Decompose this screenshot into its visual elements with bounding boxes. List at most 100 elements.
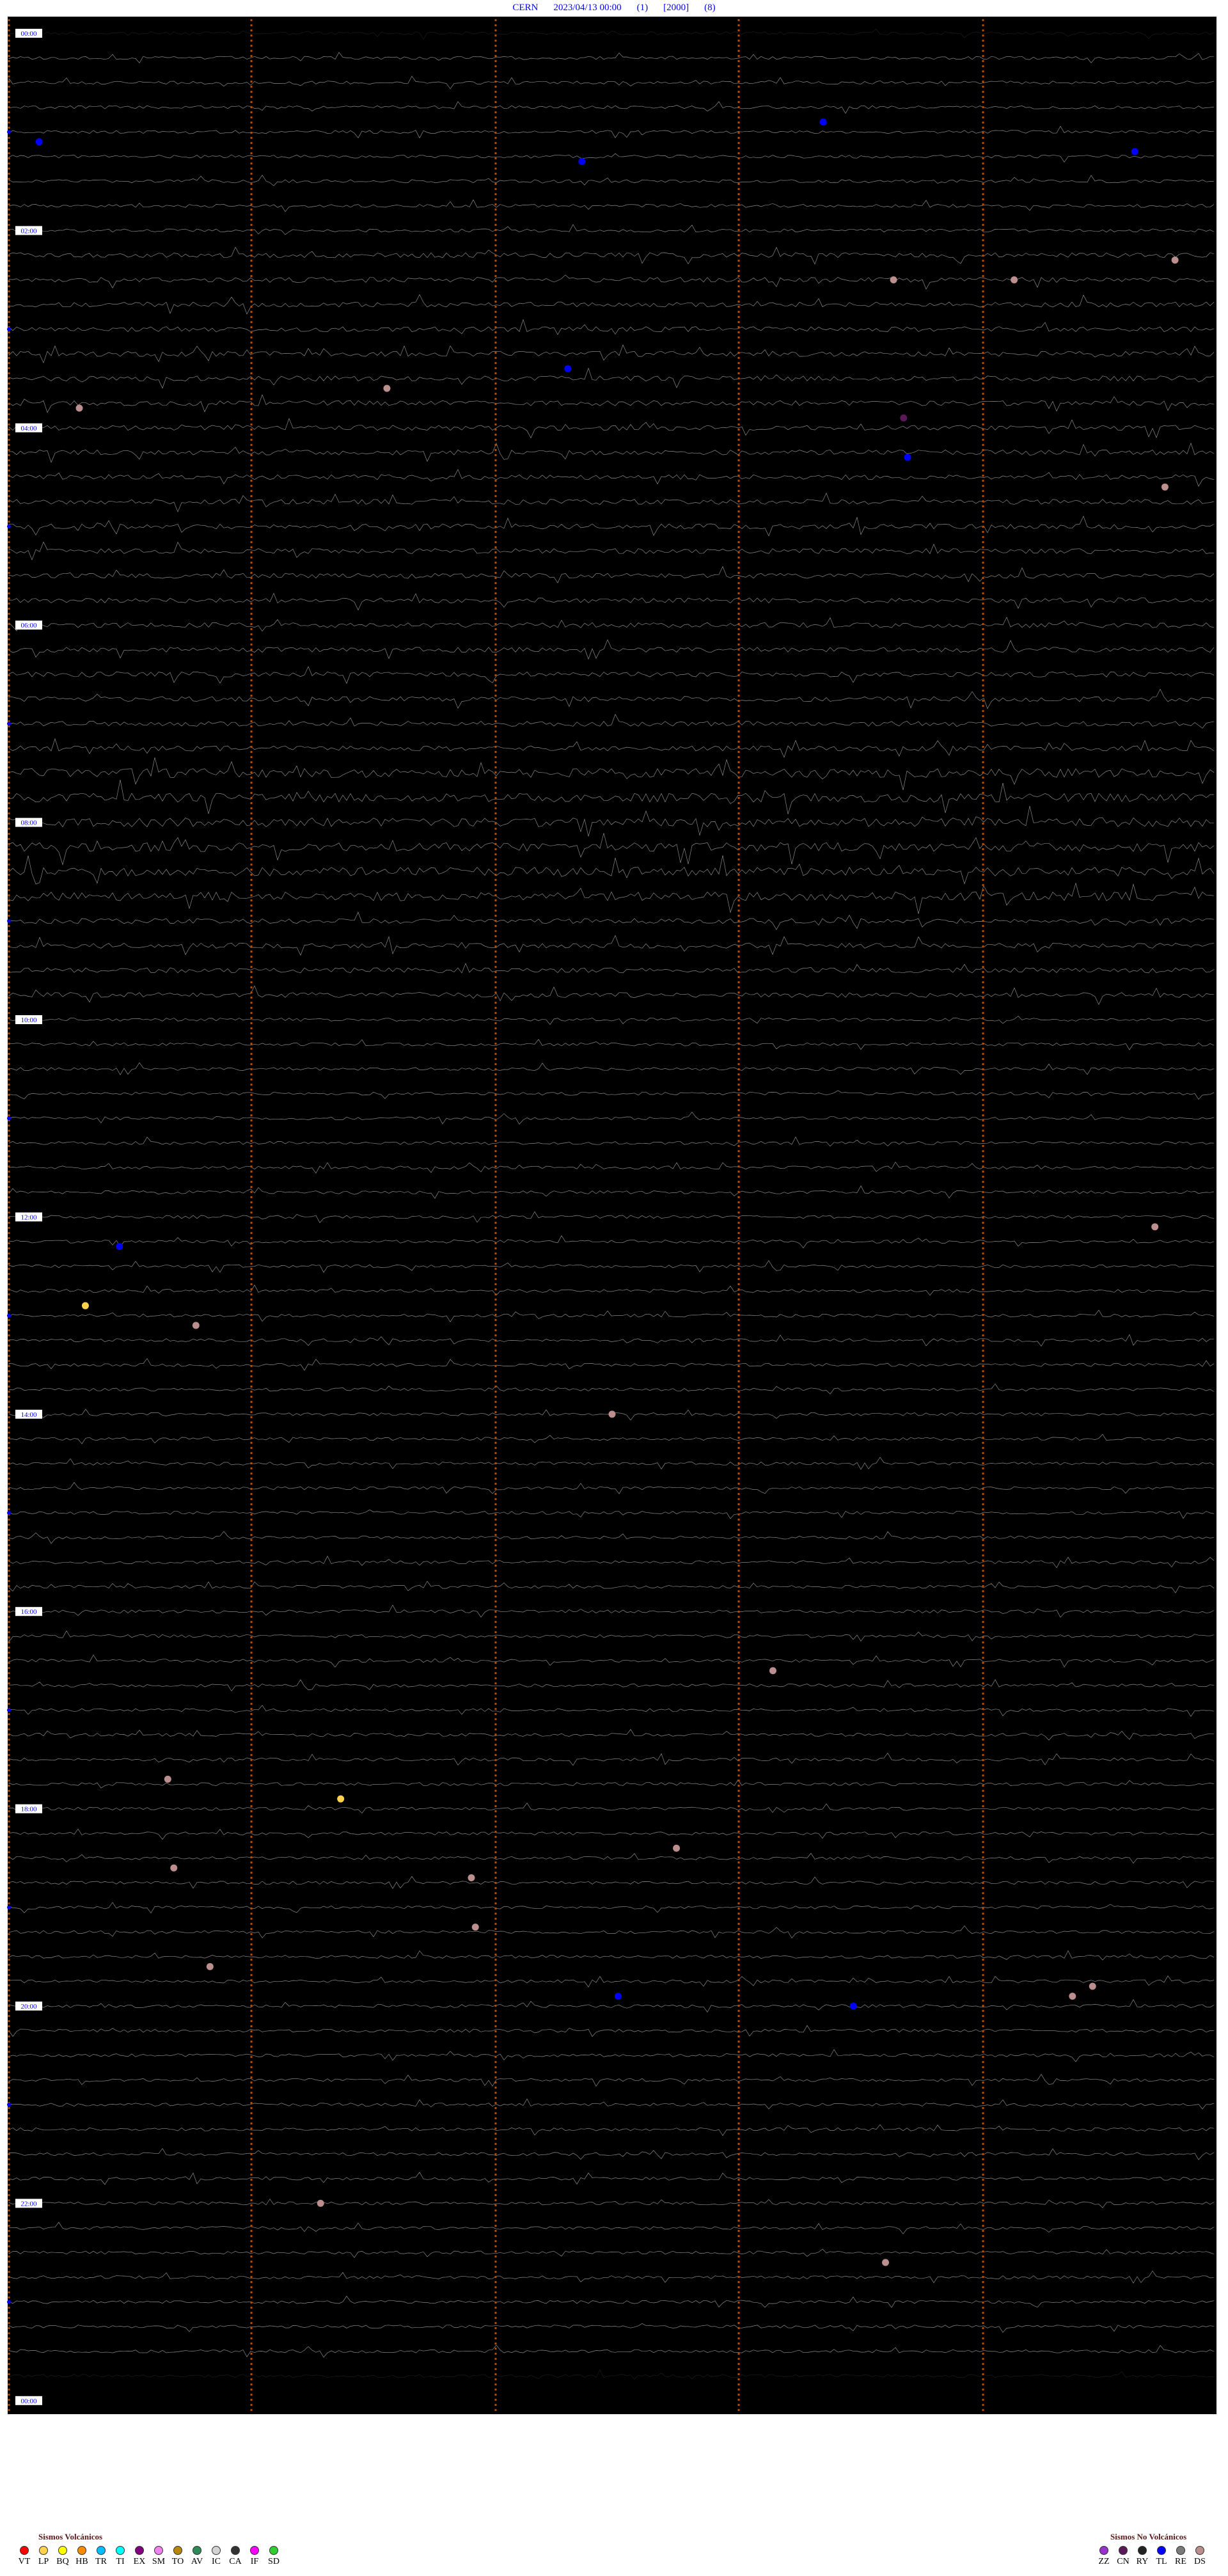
legend-code: IC [212, 2557, 221, 2566]
legend-code: LP [38, 2557, 49, 2566]
legend-item-to: TO [169, 2546, 187, 2567]
legend-item-ex: EX [130, 2546, 148, 2567]
event-marker-ds [471, 1924, 479, 1931]
legend-dot [1176, 2546, 1185, 2555]
hour-tick [7, 130, 11, 134]
event-marker-ds [206, 1963, 214, 1970]
legend-item-zz: ZZ [1095, 2546, 1113, 2567]
legend-item-ry: RY [1133, 2546, 1151, 2567]
event-marker-tl [849, 2002, 857, 2010]
legend-dot [212, 2546, 221, 2555]
legend-code: EX [133, 2557, 146, 2566]
event-marker-tl [904, 454, 911, 461]
legend-item-lp: LP [35, 2546, 52, 2567]
time-label: 14:00 [20, 1411, 37, 1419]
time-label: 08:00 [20, 819, 37, 827]
legend-item-ti: TI [111, 2546, 129, 2567]
legend-item-sm: SM [150, 2546, 168, 2567]
event-marker-ds [164, 1775, 171, 1783]
legend-dot [77, 2546, 86, 2555]
event-marker-ds [1171, 257, 1179, 264]
legend-dot [231, 2546, 240, 2555]
legend-code: DS [1194, 2557, 1206, 2566]
legend-item-cn: CN [1114, 2546, 1132, 2567]
chart-header: CERN 2023/04/13 00:00 (1) [2000] (8) [0, 0, 1228, 15]
event-marker-tl [819, 118, 827, 126]
hour-tick [7, 1511, 11, 1515]
station-code: CERN [512, 3, 539, 13]
hour-tick [7, 2300, 11, 2304]
legend-dot [20, 2546, 29, 2555]
event-marker-ds [170, 1864, 178, 1872]
event-marker-ds [1151, 1223, 1159, 1231]
chart-datetime: 2023/04/13 00:00 [553, 3, 622, 13]
legend-dot [1138, 2546, 1147, 2555]
legend-item-ds: DS [1191, 2546, 1209, 2567]
legend-dot [1119, 2546, 1128, 2555]
hour-tick [7, 722, 11, 726]
time-label: 00:00 [20, 2398, 37, 2405]
legend-dot [135, 2546, 144, 2555]
legend-code: BQ [56, 2557, 69, 2566]
event-marker-cn [900, 414, 908, 422]
event-marker-tl [35, 138, 43, 146]
hour-tick [7, 1116, 11, 1121]
legend-code: TL [1156, 2557, 1167, 2566]
legend-item-hb: HB [73, 2546, 91, 2567]
legend-code: AV [191, 2557, 203, 2566]
legend-dot [58, 2546, 67, 2555]
hour-tick [7, 1708, 11, 1712]
event-marker-lp [337, 1795, 345, 1803]
legend-item-ca: CA [226, 2546, 244, 2567]
legend-code: TR [95, 2557, 107, 2566]
legend-dot [193, 2546, 201, 2555]
event-marker-ds [673, 1844, 681, 1852]
time-label: 20:00 [20, 2003, 37, 2011]
time-label: 02:00 [20, 227, 37, 235]
channel-label: (1) [636, 3, 649, 13]
event-marker-tl [564, 365, 572, 372]
legend-code: SM [152, 2557, 166, 2566]
legend-code: SD [268, 2557, 279, 2566]
event-marker-ds [192, 1322, 200, 1329]
legend-item-tr: TR [92, 2546, 110, 2567]
gain-label: [2000] [663, 3, 689, 13]
event-marker-tl [116, 1243, 123, 1251]
time-label: 22:00 [20, 2200, 37, 2208]
time-label: 06:00 [20, 622, 37, 629]
legend-nonvolcanic-title: Sismos No Volcánicos [1110, 2532, 1187, 2541]
legend-volcanic-title: Sismos Volcánicos [38, 2532, 103, 2541]
legend-code: TI [116, 2557, 125, 2566]
event-marker-ds [608, 1410, 616, 1418]
event-marker-ds [1011, 276, 1018, 283]
legend-dot [154, 2546, 163, 2555]
legend-dot [97, 2546, 106, 2555]
hour-tick [7, 525, 11, 528]
event-marker-tl [578, 157, 586, 165]
legend-item-bq: BQ [54, 2546, 72, 2567]
legend-code: CA [229, 2557, 242, 2566]
event-marker-tl [1131, 148, 1138, 155]
legend-code: VT [18, 2557, 31, 2566]
event-marker-ds [468, 1874, 475, 1882]
event-marker-ds [383, 384, 391, 392]
time-label: 10:00 [20, 1016, 37, 1024]
legend-dot [1099, 2546, 1108, 2555]
legend-code: RE [1175, 2557, 1186, 2566]
legend-item-ic: IC [207, 2546, 225, 2567]
legend-code: HB [75, 2557, 88, 2566]
time-label: 16:00 [20, 1608, 37, 1616]
time-label: 00:00 [20, 30, 37, 38]
hour-tick [7, 1905, 11, 1909]
legend-item-tl: TL [1153, 2546, 1170, 2567]
legend-dot [39, 2546, 48, 2555]
hour-tick [7, 1313, 11, 1318]
time-label: 04:00 [20, 425, 37, 432]
event-marker-ds [769, 1667, 776, 1675]
time-label: 12:00 [20, 1213, 37, 1221]
hour-tick [7, 919, 11, 923]
event-marker-ds [1161, 483, 1169, 491]
legend-code: CN [1117, 2557, 1130, 2566]
legend-dot [269, 2546, 278, 2555]
event-marker-ds [75, 404, 83, 412]
